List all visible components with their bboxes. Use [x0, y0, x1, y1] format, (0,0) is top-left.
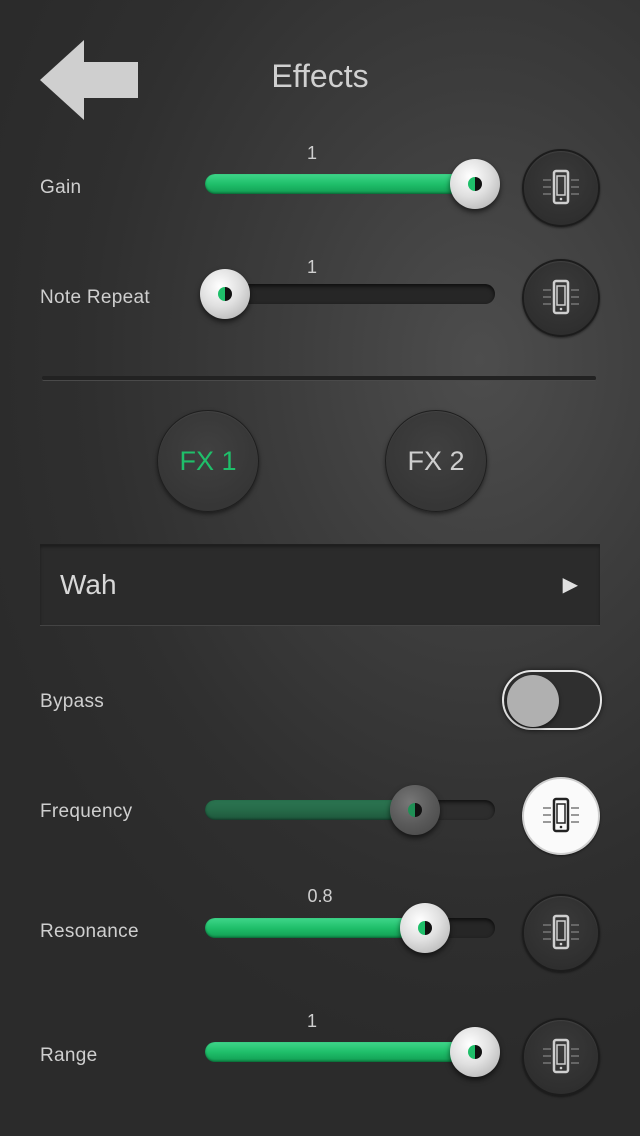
- effect-select[interactable]: Wah ▶: [40, 544, 600, 626]
- play-arrow-icon: ▶: [562, 574, 578, 596]
- range-label: Range: [40, 1045, 98, 1066]
- frequency-slider[interactable]: [205, 785, 495, 835]
- gain-slider-fill: [205, 174, 477, 194]
- resonance-slider-fill: [205, 918, 425, 938]
- range-slider-knob[interactable]: [450, 1027, 500, 1077]
- divider: [42, 376, 596, 381]
- range-phone-control-button[interactable]: [522, 1018, 600, 1096]
- note-repeat-label: Note Repeat: [40, 287, 150, 308]
- gain-phone-control-button[interactable]: [522, 149, 600, 227]
- resonance-label: Resonance: [40, 921, 139, 942]
- range-value: 1: [306, 1011, 317, 1031]
- range-slider-fill: [205, 1042, 477, 1062]
- resonance-phone-control-button[interactable]: [522, 894, 600, 972]
- page-title: Effects: [271, 58, 369, 94]
- frequency-slider-fill: [205, 800, 415, 820]
- bypass-label: Bypass: [40, 691, 105, 712]
- fx2-button[interactable]: FX 2: [385, 410, 487, 512]
- fx1-button[interactable]: FX 1: [157, 410, 259, 512]
- gain-value: 1: [306, 143, 317, 163]
- phone-tilt-icon: [543, 1038, 579, 1074]
- bypass-toggle[interactable]: [502, 670, 602, 730]
- gain-label: Gain: [40, 177, 82, 198]
- note-repeat-slider-knob[interactable]: [200, 269, 250, 319]
- gain-slider[interactable]: [205, 159, 500, 209]
- note-repeat-phone-control-button[interactable]: [522, 259, 600, 337]
- phone-tilt-icon: [543, 797, 579, 833]
- resonance-value: 0.8: [307, 886, 333, 906]
- note-repeat-slider[interactable]: [200, 269, 495, 319]
- note-repeat-value: 1: [306, 257, 317, 277]
- frequency-label: Frequency: [40, 801, 133, 822]
- resonance-slider[interactable]: [205, 903, 495, 953]
- resonance-slider-knob[interactable]: [400, 903, 450, 953]
- phone-tilt-icon: [543, 279, 579, 315]
- phone-tilt-icon: [543, 914, 579, 950]
- phone-tilt-icon: [543, 169, 579, 205]
- effect-select-value: Wah: [60, 569, 117, 600]
- range-slider[interactable]: [205, 1027, 500, 1077]
- bypass-toggle-thumb: [507, 675, 559, 727]
- gain-slider-knob[interactable]: [450, 159, 500, 209]
- frequency-slider-knob[interactable]: [390, 785, 440, 835]
- frequency-phone-control-button[interactable]: [522, 777, 600, 855]
